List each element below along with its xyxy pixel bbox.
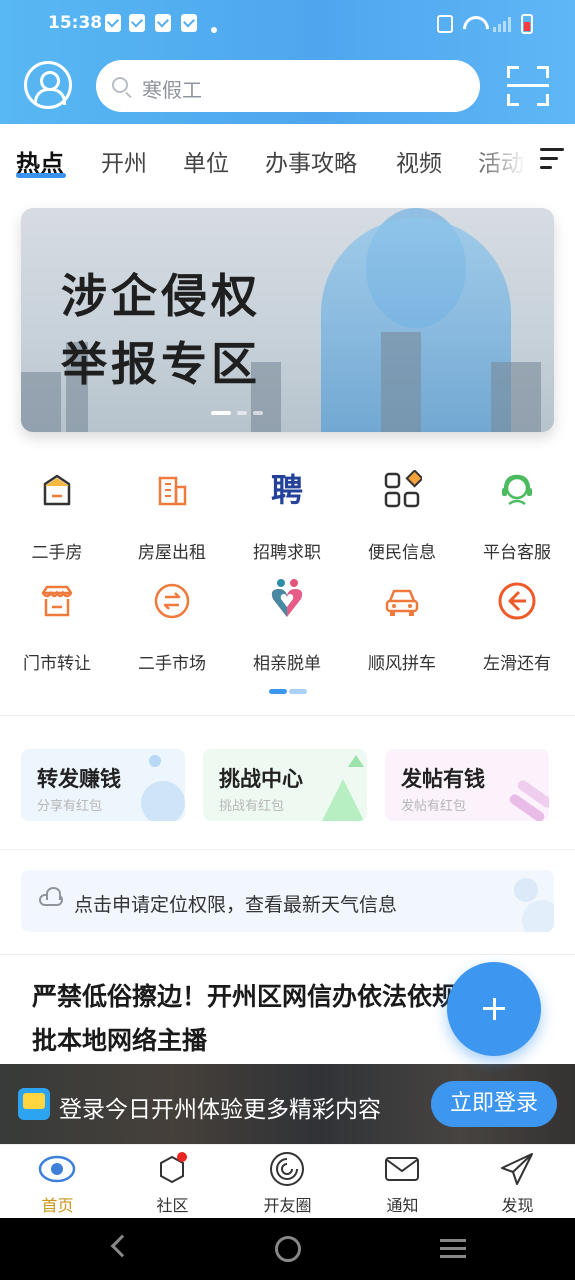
services-pagination <box>269 689 307 694</box>
nav-friends-circle[interactable]: 开友圈 <box>230 1145 345 1219</box>
recent-apps-icon[interactable] <box>440 1239 466 1259</box>
nav-label: 发现 <box>501 1196 534 1215</box>
svg-text:聘: 聘 <box>271 471 303 509</box>
search-input[interactable]: 寒假工 <box>96 60 480 112</box>
dating-icon <box>271 579 303 617</box>
community-hexagon-icon <box>160 1152 187 1184</box>
service-shop-transfer[interactable]: 门市转让 <box>2 581 112 674</box>
home-circle-icon[interactable] <box>275 1236 301 1262</box>
status-time: 15:38 <box>48 13 103 33</box>
status-bar: 15:38 <box>0 10 575 38</box>
nav-discover[interactable]: 发现 <box>460 1145 575 1219</box>
weather-permission-banner[interactable]: 点击申请定位权限，查看最新天气信息 <box>21 870 554 932</box>
active-tab-indicator <box>16 173 66 178</box>
service-second-hand-market[interactable]: 二手市场 <box>117 581 227 674</box>
paper-plane-icon <box>501 1153 533 1185</box>
battery-icon <box>521 14 533 34</box>
message-icon <box>129 14 145 32</box>
grid-apps-icon <box>384 470 422 508</box>
service-dating[interactable]: 相亲脱单 <box>232 579 342 674</box>
service-label: 相亲脱单 <box>253 654 321 674</box>
banner-pagination <box>211 411 263 415</box>
banner-carousel[interactable]: 涉企侵权 举报专区 <box>21 208 554 432</box>
house-icon <box>43 474 71 506</box>
nav-community[interactable]: 社区 <box>115 1145 230 1219</box>
app-logo-icon <box>18 1088 50 1120</box>
service-carpool[interactable]: 顺风拼车 <box>347 581 457 674</box>
service-label: 招聘求职 <box>253 543 321 563</box>
service-label: 平台客服 <box>483 543 551 563</box>
search-icon <box>112 77 128 93</box>
nav-notifications[interactable]: 通知 <box>345 1145 460 1219</box>
shop-icon <box>41 585 73 617</box>
user-avatar-icon[interactable] <box>24 61 72 109</box>
card-subtitle: 挑战有红包 <box>219 799 285 814</box>
login-prompt-text: 登录今日开州体验更多精彩内容 <box>59 1097 381 1123</box>
cloud-icon <box>39 887 63 906</box>
channel-menu-icon[interactable] <box>540 148 564 170</box>
service-house-rent[interactable]: 房屋出租 <box>117 470 227 563</box>
bottom-navigation: 首页 社区 开友圈 通知 发现 <box>0 1144 575 1218</box>
card-title: 挑战中心 <box>219 767 303 791</box>
nav-label: 开友圈 <box>263 1196 312 1215</box>
card-subtitle: 分享有红包 <box>37 799 103 814</box>
wifi-icon <box>463 16 483 32</box>
login-button[interactable]: 立即登录 <box>431 1081 557 1127</box>
card-post-earn[interactable]: 发帖有钱 发帖有红包 <box>385 749 549 821</box>
message-icon <box>181 14 197 32</box>
tab-units[interactable]: 单位 <box>183 144 229 178</box>
back-icon[interactable] <box>110 1234 134 1258</box>
nav-label: 首页 <box>41 1196 74 1215</box>
search-placeholder: 寒假工 <box>142 78 202 102</box>
service-label: 门市转让 <box>23 654 91 674</box>
service-label: 便民信息 <box>368 543 436 563</box>
system-navigation-bar <box>0 1218 575 1280</box>
nav-home[interactable]: 首页 <box>0 1145 115 1219</box>
tab-guides[interactable]: 办事攻略 <box>265 144 357 178</box>
channel-tabs: 热点 开州 单位 办事攻略 视频 活动 <box>0 124 575 196</box>
card-title: 转发赚钱 <box>37 767 121 791</box>
service-slide-more[interactable]: 左滑还有 <box>462 581 572 674</box>
card-title: 发帖有钱 <box>401 767 485 791</box>
tab-video[interactable]: 视频 <box>396 144 442 178</box>
banner-title-line2: 举报专区 <box>61 337 261 391</box>
building-icon <box>158 476 187 506</box>
signal-icon <box>493 16 511 32</box>
service-label: 左滑还有 <box>483 654 551 674</box>
nav-label: 社区 <box>156 1196 189 1215</box>
service-customer-support[interactable]: 平台客服 <box>462 470 572 563</box>
tab-kaizhou[interactable]: 开州 <box>101 144 147 178</box>
card-subtitle: 发帖有红包 <box>401 799 467 814</box>
service-recruit[interactable]: 聘 招聘求职 <box>232 470 342 563</box>
service-second-hand-house[interactable]: 二手房 <box>2 470 112 563</box>
service-label: 房屋出租 <box>138 543 206 563</box>
envelope-icon <box>385 1157 419 1181</box>
message-icon <box>155 14 171 32</box>
arrow-left-icon <box>498 582 536 620</box>
card-share-earn[interactable]: 转发赚钱 分享有红包 <box>21 749 185 821</box>
service-convenience-info[interactable]: 便民信息 <box>347 470 457 563</box>
weather-text: 点击申请定位权限，查看最新天气信息 <box>74 894 398 916</box>
exchange-icon <box>154 583 190 619</box>
app-header: 15:38 寒假工 <box>0 0 575 124</box>
service-label: 二手房 <box>31 543 83 563</box>
create-post-button[interactable] <box>447 962 541 1056</box>
banner-title-line1: 涉企侵权 <box>61 269 261 323</box>
headset-icon <box>502 474 532 506</box>
scan-icon[interactable] <box>507 66 549 106</box>
vibrate-icon <box>437 15 453 33</box>
card-challenge-center[interactable]: 挑战中心 挑战有红包 <box>203 749 367 821</box>
service-label: 二手市场 <box>138 654 206 674</box>
nav-label: 通知 <box>386 1196 419 1215</box>
recruit-icon: 聘 <box>271 471 303 509</box>
car-icon <box>385 589 419 616</box>
notification-icon <box>105 14 121 32</box>
spiral-icon <box>270 1152 304 1186</box>
service-label: 顺风拼车 <box>368 654 436 674</box>
login-prompt-bar: 登录今日开州体验更多精彩内容 立即登录 <box>0 1064 575 1144</box>
more-notifications-icon <box>211 27 217 33</box>
home-eye-icon <box>38 1155 76 1183</box>
